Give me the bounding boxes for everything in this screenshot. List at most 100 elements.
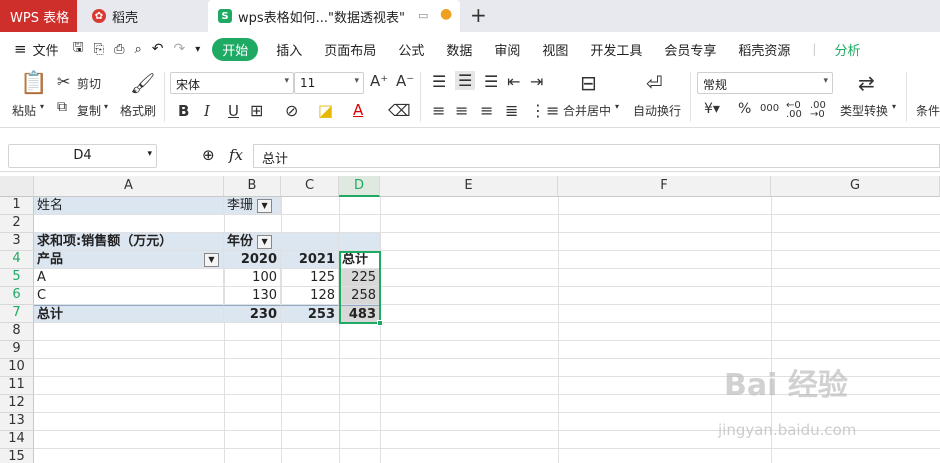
column-header-a[interactable]: A: [34, 176, 224, 197]
outdent-icon[interactable]: ⇤: [507, 72, 520, 91]
scissors-icon[interactable]: ✂: [57, 72, 70, 91]
cell-d3[interactable]: [339, 233, 380, 251]
align-left-icon[interactable]: ≡: [432, 101, 445, 120]
align-middle-icon[interactable]: ☰: [455, 71, 476, 90]
cell-c7[interactable]: 253: [281, 305, 339, 323]
cell-c3[interactable]: [281, 233, 339, 251]
cell-a3[interactable]: 求和项:销售额（万元）: [34, 233, 224, 251]
align-top-icon[interactable]: ☰: [432, 72, 446, 91]
menu-member[interactable]: 会员专享: [664, 40, 716, 59]
italic-button[interactable]: I: [204, 102, 210, 120]
menu-page-layout[interactable]: 页面布局: [324, 40, 376, 59]
hamburger-icon[interactable]: ≡: [14, 40, 27, 58]
decrease-font-icon[interactable]: A⁻: [396, 72, 414, 90]
cell-a7[interactable]: 总计: [34, 305, 224, 323]
merge-cells-icon[interactable]: ⊟: [580, 71, 597, 95]
cell-a5[interactable]: A: [34, 269, 224, 287]
cell-b1[interactable]: 李珊 ▼: [224, 197, 281, 215]
row-header-1[interactable]: 1: [0, 197, 34, 215]
menu-home[interactable]: 开始: [212, 37, 259, 61]
font-color-icon[interactable]: A: [353, 101, 363, 119]
copy-dropdown-icon[interactable]: ▾: [104, 102, 108, 111]
justify-icon[interactable]: ≣: [505, 101, 518, 120]
row-header-5[interactable]: 5: [0, 269, 34, 287]
cell-b3[interactable]: 年份 ▼: [224, 233, 281, 251]
menu-insert[interactable]: 插入: [276, 40, 302, 59]
decrease-decimal-icon[interactable]: .00 →0: [810, 101, 826, 120]
font-size-select[interactable]: 11 ▾: [294, 72, 364, 94]
redo-icon[interactable]: ↷: [174, 41, 186, 57]
spreadsheet-grid[interactable]: A B C D E F G 1 2 3 4 5 6 7 8 9 10 11 12…: [0, 176, 940, 463]
align-right-icon[interactable]: ≡: [480, 101, 493, 120]
fx-button[interactable]: fx: [229, 146, 243, 164]
indent-icon[interactable]: ⇥: [530, 72, 543, 91]
print-preview-icon[interactable]: ⌕: [134, 42, 141, 57]
zoom-search-icon[interactable]: ⊕: [202, 146, 215, 164]
conditional-format-button[interactable]: 条件: [916, 102, 940, 119]
merge-dropdown-icon[interactable]: ▾: [615, 102, 619, 111]
percent-icon[interactable]: %: [738, 101, 751, 117]
cell-b5[interactable]: 100: [224, 269, 281, 287]
cell-b6[interactable]: 130: [224, 287, 281, 305]
wrap-text-button[interactable]: 自动换行: [633, 102, 681, 119]
chevron-down-icon[interactable]: ▼: [257, 234, 273, 249]
cell-c5[interactable]: 125: [281, 269, 339, 287]
wrap-text-icon[interactable]: ⏎: [646, 71, 663, 95]
row-header-14[interactable]: 14: [0, 431, 34, 449]
name-box[interactable]: D4 ▾: [8, 144, 157, 168]
menu-file[interactable]: 文件: [33, 40, 59, 59]
new-tab-button[interactable]: +: [470, 3, 487, 27]
menu-analyze[interactable]: 分析: [834, 40, 860, 59]
print-icon[interactable]: ⎙: [114, 42, 124, 57]
paste-button[interactable]: 粘贴: [12, 102, 36, 119]
fill-color-icon[interactable]: ◪: [318, 101, 333, 120]
row-header-9[interactable]: 9: [0, 341, 34, 359]
clear-format-icon[interactable]: ⌫: [388, 101, 411, 120]
row-header-2[interactable]: 2: [0, 215, 34, 233]
fill-handle[interactable]: [377, 320, 383, 326]
export-pdf-icon[interactable]: ⎘: [94, 42, 104, 57]
column-header-e[interactable]: E: [380, 176, 558, 197]
font-name-select[interactable]: 宋体 ▾: [170, 72, 294, 94]
cut-button[interactable]: 剪切: [77, 75, 101, 92]
tab-daoke[interactable]: ✿ 稻壳: [80, 0, 207, 32]
row-header-8[interactable]: 8: [0, 323, 34, 341]
column-header-f[interactable]: F: [558, 176, 771, 197]
format-painter-button[interactable]: 格式刷: [120, 102, 156, 119]
menu-view[interactable]: 视图: [542, 40, 568, 59]
cell-a6[interactable]: C: [34, 287, 224, 305]
row-header-15[interactable]: 15: [0, 449, 34, 463]
screen-icon[interactable]: ▭: [418, 9, 428, 22]
formula-input[interactable]: 总计: [253, 144, 940, 168]
cell-b4[interactable]: 2020: [224, 251, 281, 269]
currency-icon[interactable]: ¥▾: [704, 101, 720, 117]
cell-b7[interactable]: 230: [224, 305, 281, 323]
undo-icon[interactable]: ↶: [152, 41, 164, 57]
type-convert-dropdown-icon[interactable]: ▾: [892, 102, 896, 111]
align-bottom-icon[interactable]: ☰: [484, 72, 498, 91]
row-header-3[interactable]: 3: [0, 233, 34, 251]
brush-icon[interactable]: 🖌: [130, 71, 155, 95]
quick-access-dropdown-icon[interactable]: ▾: [195, 44, 200, 55]
borders-icon[interactable]: ⊞: [250, 101, 263, 120]
cell-c6[interactable]: 128: [281, 287, 339, 305]
increase-decimal-icon[interactable]: ←0.00: [786, 101, 802, 120]
row-header-10[interactable]: 10: [0, 359, 34, 377]
type-convert-icon[interactable]: ⇄: [858, 71, 875, 95]
select-all-corner[interactable]: [0, 176, 34, 197]
thousands-icon[interactable]: 000: [760, 103, 779, 114]
cell-a1[interactable]: 姓名: [34, 197, 224, 215]
column-header-d[interactable]: D: [339, 176, 380, 197]
menu-formulas[interactable]: 公式: [398, 40, 424, 59]
chevron-down-icon[interactable]: ▼: [204, 253, 219, 267]
paste-dropdown-icon[interactable]: ▾: [40, 102, 44, 111]
merge-center-button[interactable]: 合并居中: [563, 102, 611, 119]
row-header-12[interactable]: 12: [0, 395, 34, 413]
paste-icon[interactable]: 📋: [20, 71, 47, 96]
cell-a4[interactable]: 产品 ▼: [34, 251, 224, 269]
save-icon[interactable]: 🖫: [73, 38, 84, 60]
increase-font-icon[interactable]: A⁺: [370, 72, 388, 90]
row-header-4[interactable]: 4: [0, 251, 34, 269]
row-header-13[interactable]: 13: [0, 413, 34, 431]
filter-icon[interactable]: ▼: [257, 198, 273, 213]
